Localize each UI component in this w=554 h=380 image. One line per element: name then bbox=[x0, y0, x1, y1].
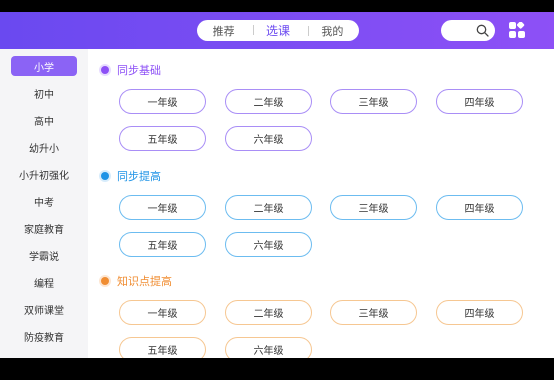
sidebar-item-top-student-talks[interactable]: 学霸说 bbox=[11, 245, 77, 265]
grade-button[interactable]: 二年级 bbox=[225, 89, 312, 114]
grade-button[interactable]: 一年级 bbox=[119, 195, 206, 220]
search-box[interactable] bbox=[441, 20, 495, 41]
bullet-dot-icon bbox=[101, 66, 109, 74]
tab-courses[interactable]: 选课 bbox=[252, 22, 300, 39]
tab-switcher: 推荐 选课 我的 bbox=[197, 20, 359, 41]
grade-button[interactable]: 三年级 bbox=[330, 195, 417, 220]
sidebar-item-senior-high[interactable]: 高中 bbox=[11, 110, 77, 130]
grade-button[interactable]: 四年级 bbox=[436, 89, 523, 114]
grade-button[interactable]: 五年级 bbox=[119, 232, 206, 257]
grade-button[interactable]: 三年级 bbox=[330, 300, 417, 325]
app-window: 推荐 选课 我的 小学 初中 高中 幼升小 小升初强化 中考 家庭教育 学霸说 … bbox=[0, 12, 554, 358]
bullet-dot-icon bbox=[101, 172, 109, 180]
grade-button[interactable]: 一年级 bbox=[119, 89, 206, 114]
grade-button[interactable]: 二年级 bbox=[225, 195, 312, 220]
bullet-dot-icon bbox=[101, 277, 109, 285]
section-title-knowledge-advanced: 知识点提高 bbox=[101, 273, 172, 289]
sidebar-item-junior-high[interactable]: 初中 bbox=[11, 83, 77, 103]
sidebar-item-primary-to-junior[interactable]: 小升初强化 bbox=[11, 164, 77, 184]
section-title-sync-advanced: 同步提高 bbox=[101, 168, 161, 184]
tab-mine[interactable]: 我的 bbox=[308, 23, 353, 39]
section-title-sync-basic: 同步基础 bbox=[101, 62, 161, 78]
sidebar-item-family-education[interactable]: 家庭教育 bbox=[11, 218, 77, 238]
sidebar: 小学 初中 高中 幼升小 小升初强化 中考 家庭教育 学霸说 编程 双师课堂 防… bbox=[0, 49, 88, 358]
sidebar-item-primary[interactable]: 小学 bbox=[11, 56, 77, 76]
grade-button[interactable]: 三年级 bbox=[330, 89, 417, 114]
grade-button[interactable]: 五年级 bbox=[119, 126, 206, 151]
sidebar-item-kindergarten-to-primary[interactable]: 幼升小 bbox=[11, 137, 77, 157]
sidebar-item-high-school-entrance[interactable]: 中考 bbox=[11, 191, 77, 211]
grade-button[interactable]: 四年级 bbox=[436, 195, 523, 220]
grade-button[interactable]: 二年级 bbox=[225, 300, 312, 325]
grade-button[interactable]: 一年级 bbox=[119, 300, 206, 325]
top-bar: 推荐 选课 我的 bbox=[0, 12, 554, 49]
search-icon bbox=[476, 24, 489, 37]
grade-button[interactable]: 六年级 bbox=[225, 232, 312, 257]
grade-button[interactable]: 六年级 bbox=[225, 126, 312, 151]
sidebar-item-epidemic-education[interactable]: 防疫教育 bbox=[11, 326, 77, 346]
sidebar-item-programming[interactable]: 编程 bbox=[11, 272, 77, 292]
apps-grid-icon[interactable] bbox=[509, 22, 525, 38]
grade-button[interactable]: 六年级 bbox=[225, 337, 312, 358]
grade-button[interactable]: 五年级 bbox=[119, 337, 206, 358]
sidebar-item-dual-teacher[interactable]: 双师课堂 bbox=[11, 299, 77, 319]
grade-button[interactable]: 四年级 bbox=[436, 300, 523, 325]
tab-recommend[interactable]: 推荐 bbox=[203, 23, 245, 39]
course-content: 同步基础 一年级 二年级 三年级 四年级 五年级 六年级 同步提高 一年级 二年… bbox=[88, 49, 554, 358]
